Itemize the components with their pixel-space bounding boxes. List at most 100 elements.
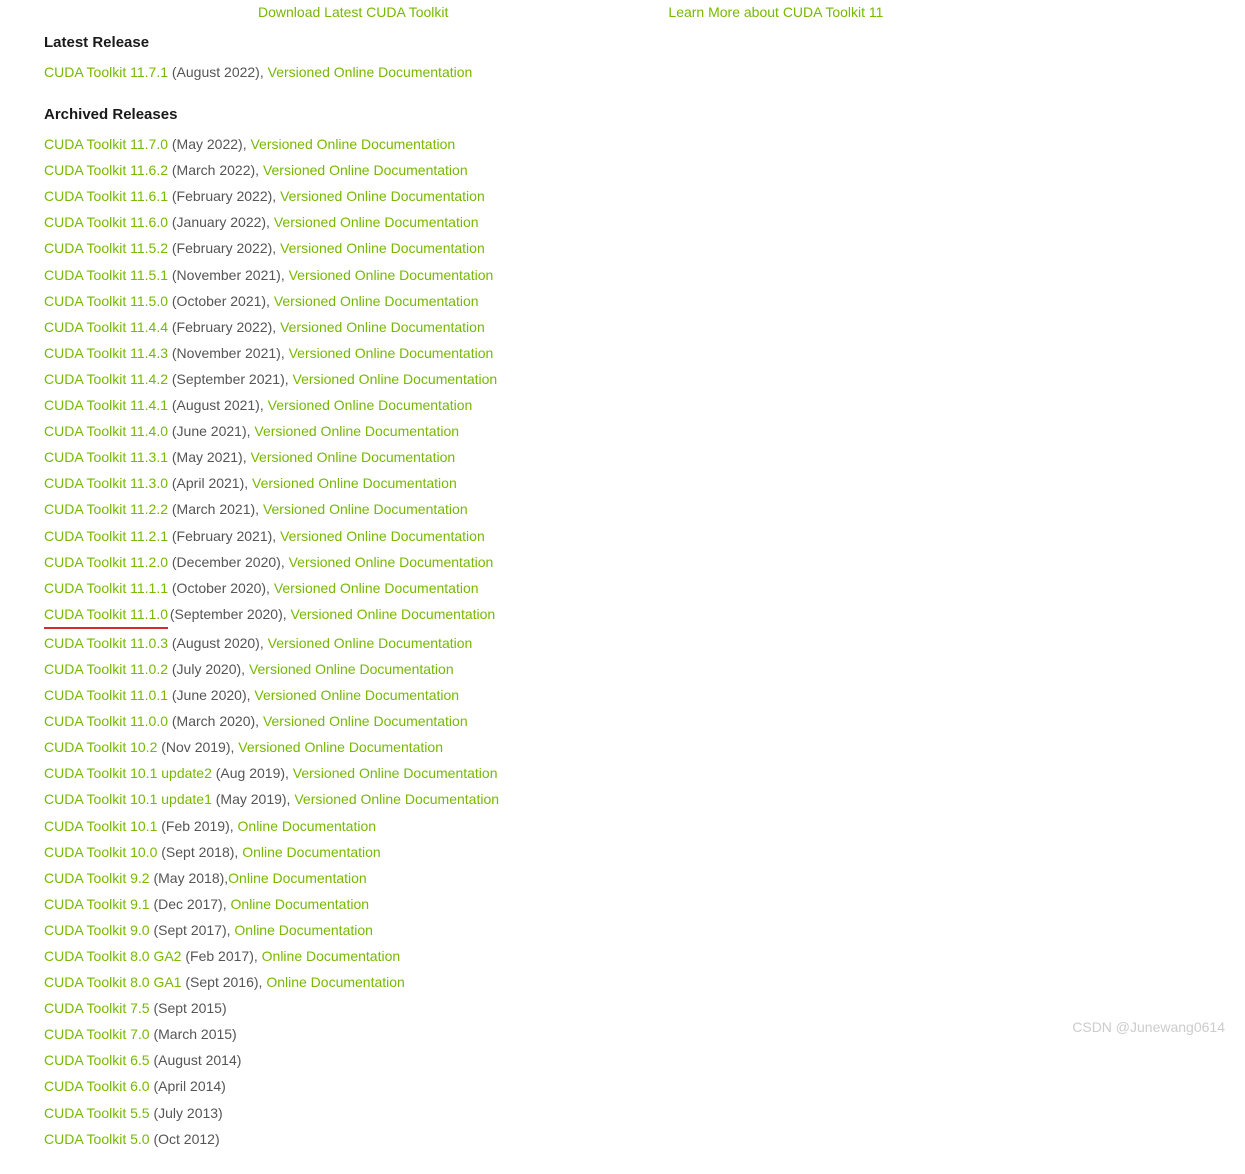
archived-release-row: CUDA Toolkit 11.5.1 (November 2021), Ver…: [44, 264, 1245, 287]
toolkit-version-link[interactable]: CUDA Toolkit 11.4.2: [44, 371, 168, 387]
toolkit-version-link[interactable]: CUDA Toolkit 11.0.3: [44, 635, 168, 651]
release-date: (May 2019),: [212, 791, 294, 807]
documentation-link[interactable]: Online Documentation: [238, 818, 377, 834]
release-date: (July 2013): [150, 1105, 223, 1121]
toolkit-version-link[interactable]: CUDA Toolkit 10.1 update2: [44, 765, 212, 781]
toolkit-version-link[interactable]: CUDA Toolkit 11.7.1: [44, 64, 168, 80]
toolkit-version-link[interactable]: CUDA Toolkit 11.6.0: [44, 214, 168, 230]
toolkit-version-link[interactable]: CUDA Toolkit 11.3.0: [44, 475, 168, 491]
archived-release-row: CUDA Toolkit 11.4.3 (November 2021), Ver…: [44, 342, 1245, 365]
documentation-link[interactable]: Versioned Online Documentation: [268, 397, 473, 413]
toolkit-version-link[interactable]: CUDA Toolkit 11.0.0: [44, 713, 168, 729]
toolkit-version-link[interactable]: CUDA Toolkit 7.0: [44, 1026, 150, 1042]
toolkit-version-link[interactable]: CUDA Toolkit 10.1: [44, 818, 157, 834]
toolkit-version-link[interactable]: CUDA Toolkit 10.1 update1: [44, 791, 212, 807]
toolkit-version-link[interactable]: CUDA Toolkit 11.3.1: [44, 449, 168, 465]
documentation-link[interactable]: Online Documentation: [242, 844, 381, 860]
toolkit-version-link[interactable]: CUDA Toolkit 11.2.0: [44, 554, 168, 570]
toolkit-version-link[interactable]: CUDA Toolkit 11.6.2: [44, 162, 168, 178]
documentation-link[interactable]: Online Documentation: [234, 922, 373, 938]
documentation-link[interactable]: Online Documentation: [228, 870, 367, 886]
documentation-link[interactable]: Versioned Online Documentation: [293, 765, 498, 781]
documentation-link[interactable]: Versioned Online Documentation: [280, 319, 485, 335]
toolkit-version-link[interactable]: CUDA Toolkit 10.2: [44, 739, 157, 755]
toolkit-version-link[interactable]: CUDA Toolkit 11.1.1: [44, 580, 168, 596]
archived-release-row: CUDA Toolkit 11.3.1 (May 2021), Versione…: [44, 446, 1245, 469]
documentation-link[interactable]: Versioned Online Documentation: [250, 136, 455, 152]
release-date: (Nov 2019),: [157, 739, 238, 755]
toolkit-version-link[interactable]: CUDA Toolkit 11.5.1: [44, 267, 168, 283]
documentation-link[interactable]: Versioned Online Documentation: [291, 606, 496, 622]
documentation-link[interactable]: Versioned Online Documentation: [280, 188, 485, 204]
documentation-link[interactable]: Online Documentation: [262, 948, 401, 964]
archived-release-row: CUDA Toolkit 11.4.0 (June 2021), Version…: [44, 420, 1245, 443]
toolkit-version-link[interactable]: CUDA Toolkit 11.6.1: [44, 188, 168, 204]
archived-release-row: CUDA Toolkit 7.5 (Sept 2015): [44, 997, 1245, 1020]
release-date: (February 2022),: [168, 240, 280, 256]
documentation-link[interactable]: Versioned Online Documentation: [252, 475, 457, 491]
toolkit-version-link[interactable]: CUDA Toolkit 11.5.0: [44, 293, 168, 309]
documentation-link[interactable]: Versioned Online Documentation: [263, 162, 468, 178]
documentation-link[interactable]: Versioned Online Documentation: [268, 64, 473, 80]
toolkit-version-link[interactable]: CUDA Toolkit 7.5: [44, 1000, 150, 1016]
release-date: (June 2020),: [168, 687, 254, 703]
release-date: (Dec 2017),: [150, 896, 231, 912]
archived-release-row: CUDA Toolkit 11.3.0 (April 2021), Versio…: [44, 472, 1245, 495]
documentation-link[interactable]: Versioned Online Documentation: [274, 214, 479, 230]
release-date: (February 2022),: [168, 188, 280, 204]
archived-release-row: CUDA Toolkit 11.6.1 (February 2022), Ver…: [44, 185, 1245, 208]
documentation-link[interactable]: Versioned Online Documentation: [294, 791, 499, 807]
toolkit-version-link[interactable]: CUDA Toolkit 5.5: [44, 1105, 150, 1121]
documentation-link[interactable]: Versioned Online Documentation: [274, 293, 479, 309]
documentation-link[interactable]: Versioned Online Documentation: [263, 501, 468, 517]
release-date: (Sept 2017),: [150, 922, 235, 938]
documentation-link[interactable]: Versioned Online Documentation: [254, 423, 459, 439]
toolkit-version-link[interactable]: CUDA Toolkit 10.0: [44, 844, 157, 860]
toolkit-version-link[interactable]: CUDA Toolkit 11.4.3: [44, 345, 168, 361]
archived-release-row: CUDA Toolkit 11.6.0 (January 2022), Vers…: [44, 211, 1245, 234]
documentation-link[interactable]: Versioned Online Documentation: [289, 554, 494, 570]
documentation-link[interactable]: Versioned Online Documentation: [263, 713, 468, 729]
toolkit-version-link[interactable]: CUDA Toolkit 11.4.0: [44, 423, 168, 439]
documentation-link[interactable]: Versioned Online Documentation: [250, 449, 455, 465]
documentation-link[interactable]: Online Documentation: [266, 974, 405, 990]
release-date: (Feb 2017),: [181, 948, 261, 964]
toolkit-version-link[interactable]: CUDA Toolkit 11.0.2: [44, 661, 168, 677]
toolkit-version-link[interactable]: CUDA Toolkit 11.0.1: [44, 687, 168, 703]
toolkit-version-link[interactable]: CUDA Toolkit 5.0: [44, 1131, 150, 1147]
documentation-link[interactable]: Versioned Online Documentation: [293, 371, 498, 387]
learn-more-link[interactable]: Learn More about CUDA Toolkit 11: [668, 4, 883, 20]
archived-release-row: CUDA Toolkit 5.5 (July 2013): [44, 1102, 1245, 1125]
documentation-link[interactable]: Versioned Online Documentation: [238, 739, 443, 755]
toolkit-version-link[interactable]: CUDA Toolkit 11.1.0: [44, 606, 168, 622]
documentation-link[interactable]: Versioned Online Documentation: [274, 580, 479, 596]
documentation-link[interactable]: Online Documentation: [231, 896, 370, 912]
documentation-link[interactable]: Versioned Online Documentation: [289, 267, 494, 283]
toolkit-version-link[interactable]: CUDA Toolkit 9.0: [44, 922, 150, 938]
documentation-link[interactable]: Versioned Online Documentation: [254, 687, 459, 703]
toolkit-version-link[interactable]: CUDA Toolkit 11.2.2: [44, 501, 168, 517]
toolkit-version-link[interactable]: CUDA Toolkit 11.4.4: [44, 319, 168, 335]
documentation-link[interactable]: Versioned Online Documentation: [249, 661, 454, 677]
release-date: (September 2020),: [166, 606, 291, 622]
toolkit-version-link[interactable]: CUDA Toolkit 11.7.0: [44, 136, 168, 152]
documentation-link[interactable]: Versioned Online Documentation: [280, 240, 485, 256]
download-latest-link[interactable]: Download Latest CUDA Toolkit: [258, 4, 448, 20]
documentation-link[interactable]: Versioned Online Documentation: [280, 528, 485, 544]
archived-release-row: CUDA Toolkit 5.0 (Oct 2012): [44, 1128, 1245, 1151]
toolkit-version-link[interactable]: CUDA Toolkit 11.4.1: [44, 397, 168, 413]
archived-release-row: CUDA Toolkit 10.1 update1 (May 2019), Ve…: [44, 788, 1245, 811]
toolkit-version-link[interactable]: CUDA Toolkit 9.2: [44, 870, 150, 886]
release-date: (December 2020),: [168, 554, 289, 570]
toolkit-version-link[interactable]: CUDA Toolkit 11.5.2: [44, 240, 168, 256]
release-date: (March 2022),: [168, 162, 263, 178]
toolkit-version-link[interactable]: CUDA Toolkit 8.0 GA2: [44, 948, 181, 964]
documentation-link[interactable]: Versioned Online Documentation: [289, 345, 494, 361]
release-date: (April 2021),: [168, 475, 252, 491]
toolkit-version-link[interactable]: CUDA Toolkit 11.2.1: [44, 528, 168, 544]
toolkit-version-link[interactable]: CUDA Toolkit 9.1: [44, 896, 150, 912]
toolkit-version-link[interactable]: CUDA Toolkit 8.0 GA1: [44, 974, 181, 990]
documentation-link[interactable]: Versioned Online Documentation: [268, 635, 473, 651]
archived-release-row: CUDA Toolkit 8.0 GA2 (Feb 2017), Online …: [44, 945, 1245, 968]
toolkit-version-link[interactable]: CUDA Toolkit 6.0: [44, 1078, 150, 1094]
